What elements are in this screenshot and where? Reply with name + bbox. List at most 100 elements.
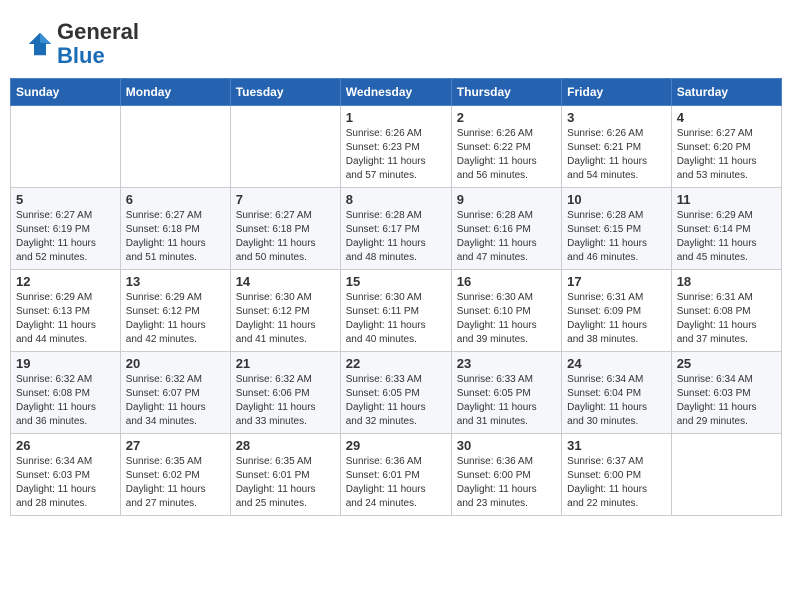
day-number: 27: [126, 438, 225, 453]
calendar-cell: 16Sunrise: 6:30 AM Sunset: 6:10 PM Dayli…: [451, 270, 561, 352]
calendar-table: SundayMondayTuesdayWednesdayThursdayFrid…: [10, 78, 782, 516]
day-number: 1: [346, 110, 446, 125]
day-number: 29: [346, 438, 446, 453]
weekday-header-tuesday: Tuesday: [230, 79, 340, 106]
logo-icon: [25, 29, 55, 59]
day-number: 25: [677, 356, 776, 371]
day-info: Sunrise: 6:34 AM Sunset: 6:03 PM Dayligh…: [677, 373, 776, 429]
day-number: 30: [457, 438, 556, 453]
weekday-header-sunday: Sunday: [11, 79, 121, 106]
calendar-cell: 28Sunrise: 6:35 AM Sunset: 6:01 PM Dayli…: [230, 434, 340, 516]
day-number: 14: [236, 274, 335, 289]
day-number: 17: [567, 274, 666, 289]
calendar-week-row: 5 Sunrise: 6:27 AM Sunset: 6:19 PM Daylig…: [11, 188, 782, 270]
day-info: Sunrise: 6:32 AM Sunset: 6:06 PM Dayligh…: [236, 373, 335, 429]
day-info: Sunrise: 6:34 AM Sunset: 6:04 PM Dayligh…: [567, 373, 666, 429]
day-info: Sunrise: 6:27 AM Sunset: 6:20 PM Dayligh…: [677, 127, 776, 183]
day-info: Sunrise: 6:28 AM Sunset: 6:15 PM Dayligh…: [567, 209, 666, 265]
calendar-week-row: 1 Sunrise: 6:26 AM Sunset: 6:23 PM Daylig…: [11, 106, 782, 188]
day-number: 24: [567, 356, 666, 371]
day-info: Sunrise: 6:26 AM Sunset: 6:22 PM Dayligh…: [457, 127, 556, 183]
day-info: Sunrise: 6:32 AM Sunset: 6:07 PM Dayligh…: [126, 373, 225, 429]
weekday-header-friday: Friday: [562, 79, 672, 106]
weekday-header-saturday: Saturday: [671, 79, 781, 106]
day-number: 20: [126, 356, 225, 371]
day-number: 12: [16, 274, 115, 289]
day-number: 6: [126, 192, 225, 207]
calendar-cell: 30 Sunrise: 6:36 AM Sunset: 6:00 PM Dayli…: [451, 434, 561, 516]
calendar-cell: 13 Sunrise: 6:29 AM Sunset: 6:12 PM Dayli…: [120, 270, 230, 352]
calendar-cell: [230, 106, 340, 188]
calendar-cell: 14Sunrise: 6:30 AM Sunset: 6:12 PM Dayli…: [230, 270, 340, 352]
day-info: Sunrise: 6:34 AM Sunset: 6:03 PM Dayligh…: [16, 455, 115, 511]
calendar-cell: 3 Sunrise: 6:26 AM Sunset: 6:21 PM Daylig…: [562, 106, 672, 188]
calendar-cell: 11Sunrise: 6:29 AM Sunset: 6:14 PM Dayli…: [671, 188, 781, 270]
calendar-cell: 27 Sunrise: 6:35 AM Sunset: 6:02 PM Dayli…: [120, 434, 230, 516]
calendar-cell: 10Sunrise: 6:28 AM Sunset: 6:15 PM Dayli…: [562, 188, 672, 270]
day-number: 11: [677, 192, 776, 207]
weekday-header-wednesday: Wednesday: [340, 79, 451, 106]
day-info: Sunrise: 6:27 AM Sunset: 6:18 PM Dayligh…: [236, 209, 335, 265]
day-info: Sunrise: 6:35 AM Sunset: 6:01 PM Dayligh…: [236, 455, 335, 511]
calendar-cell: 21 Sunrise: 6:32 AM Sunset: 6:06 PM Dayli…: [230, 352, 340, 434]
calendar-cell: 19 Sunrise: 6:32 AM Sunset: 6:08 PM Dayli…: [11, 352, 121, 434]
day-number: 9: [457, 192, 556, 207]
day-info: Sunrise: 6:26 AM Sunset: 6:23 PM Dayligh…: [346, 127, 446, 183]
calendar-cell: 20 Sunrise: 6:32 AM Sunset: 6:07 PM Dayli…: [120, 352, 230, 434]
weekday-header-monday: Monday: [120, 79, 230, 106]
calendar-cell: 26 Sunrise: 6:34 AM Sunset: 6:03 PM Dayli…: [11, 434, 121, 516]
calendar-cell: 6 Sunrise: 6:27 AM Sunset: 6:18 PM Daylig…: [120, 188, 230, 270]
day-number: 23: [457, 356, 556, 371]
calendar-header-row: SundayMondayTuesdayWednesdayThursdayFrid…: [11, 79, 782, 106]
day-info: Sunrise: 6:27 AM Sunset: 6:18 PM Dayligh…: [126, 209, 225, 265]
calendar-cell: 23 Sunrise: 6:33 AM Sunset: 6:05 PM Dayli…: [451, 352, 561, 434]
day-info: Sunrise: 6:26 AM Sunset: 6:21 PM Dayligh…: [567, 127, 666, 183]
calendar-cell: 2Sunrise: 6:26 AM Sunset: 6:22 PM Daylig…: [451, 106, 561, 188]
calendar-body: 1 Sunrise: 6:26 AM Sunset: 6:23 PM Daylig…: [11, 106, 782, 516]
calendar-cell: 22 Sunrise: 6:33 AM Sunset: 6:05 PM Dayli…: [340, 352, 451, 434]
day-number: 26: [16, 438, 115, 453]
calendar-cell: 24 Sunrise: 6:34 AM Sunset: 6:04 PM Dayli…: [562, 352, 672, 434]
day-number: 19: [16, 356, 115, 371]
weekday-header-thursday: Thursday: [451, 79, 561, 106]
day-number: 31: [567, 438, 666, 453]
day-number: 15: [346, 274, 446, 289]
day-info: Sunrise: 6:32 AM Sunset: 6:08 PM Dayligh…: [16, 373, 115, 429]
day-info: Sunrise: 6:27 AM Sunset: 6:19 PM Dayligh…: [16, 209, 115, 265]
calendar-cell: 25 Sunrise: 6:34 AM Sunset: 6:03 PM Dayli…: [671, 352, 781, 434]
day-number: 5: [16, 192, 115, 207]
calendar-week-row: 12Sunrise: 6:29 AM Sunset: 6:13 PM Dayli…: [11, 270, 782, 352]
day-number: 22: [346, 356, 446, 371]
calendar-cell: 8 Sunrise: 6:28 AM Sunset: 6:17 PM Daylig…: [340, 188, 451, 270]
day-number: 8: [346, 192, 446, 207]
day-number: 13: [126, 274, 225, 289]
day-number: 18: [677, 274, 776, 289]
day-number: 21: [236, 356, 335, 371]
day-info: Sunrise: 6:28 AM Sunset: 6:16 PM Dayligh…: [457, 209, 556, 265]
day-info: Sunrise: 6:36 AM Sunset: 6:00 PM Dayligh…: [457, 455, 556, 511]
calendar-cell: 18 Sunrise: 6:31 AM Sunset: 6:08 PM Dayli…: [671, 270, 781, 352]
calendar-cell: 7 Sunrise: 6:27 AM Sunset: 6:18 PM Daylig…: [230, 188, 340, 270]
calendar-cell: 12Sunrise: 6:29 AM Sunset: 6:13 PM Dayli…: [11, 270, 121, 352]
logo: General Blue: [25, 20, 139, 68]
day-number: 4: [677, 110, 776, 125]
day-number: 3: [567, 110, 666, 125]
day-info: Sunrise: 6:29 AM Sunset: 6:12 PM Dayligh…: [126, 291, 225, 347]
calendar-cell: 4 Sunrise: 6:27 AM Sunset: 6:20 PM Daylig…: [671, 106, 781, 188]
calendar-cell: 9 Sunrise: 6:28 AM Sunset: 6:16 PM Daylig…: [451, 188, 561, 270]
logo-text: General Blue: [57, 20, 139, 68]
day-info: Sunrise: 6:31 AM Sunset: 6:08 PM Dayligh…: [677, 291, 776, 347]
day-info: Sunrise: 6:28 AM Sunset: 6:17 PM Dayligh…: [346, 209, 446, 265]
day-info: Sunrise: 6:33 AM Sunset: 6:05 PM Dayligh…: [457, 373, 556, 429]
calendar-cell: 31 Sunrise: 6:37 AM Sunset: 6:00 PM Dayli…: [562, 434, 672, 516]
day-info: Sunrise: 6:37 AM Sunset: 6:00 PM Dayligh…: [567, 455, 666, 511]
calendar-cell: [671, 434, 781, 516]
page-header: General Blue: [10, 10, 782, 73]
day-info: Sunrise: 6:30 AM Sunset: 6:10 PM Dayligh…: [457, 291, 556, 347]
day-info: Sunrise: 6:33 AM Sunset: 6:05 PM Dayligh…: [346, 373, 446, 429]
calendar-cell: [120, 106, 230, 188]
day-number: 7: [236, 192, 335, 207]
calendar-week-row: 19 Sunrise: 6:32 AM Sunset: 6:08 PM Dayli…: [11, 352, 782, 434]
calendar-week-row: 26 Sunrise: 6:34 AM Sunset: 6:03 PM Dayli…: [11, 434, 782, 516]
day-info: Sunrise: 6:35 AM Sunset: 6:02 PM Dayligh…: [126, 455, 225, 511]
